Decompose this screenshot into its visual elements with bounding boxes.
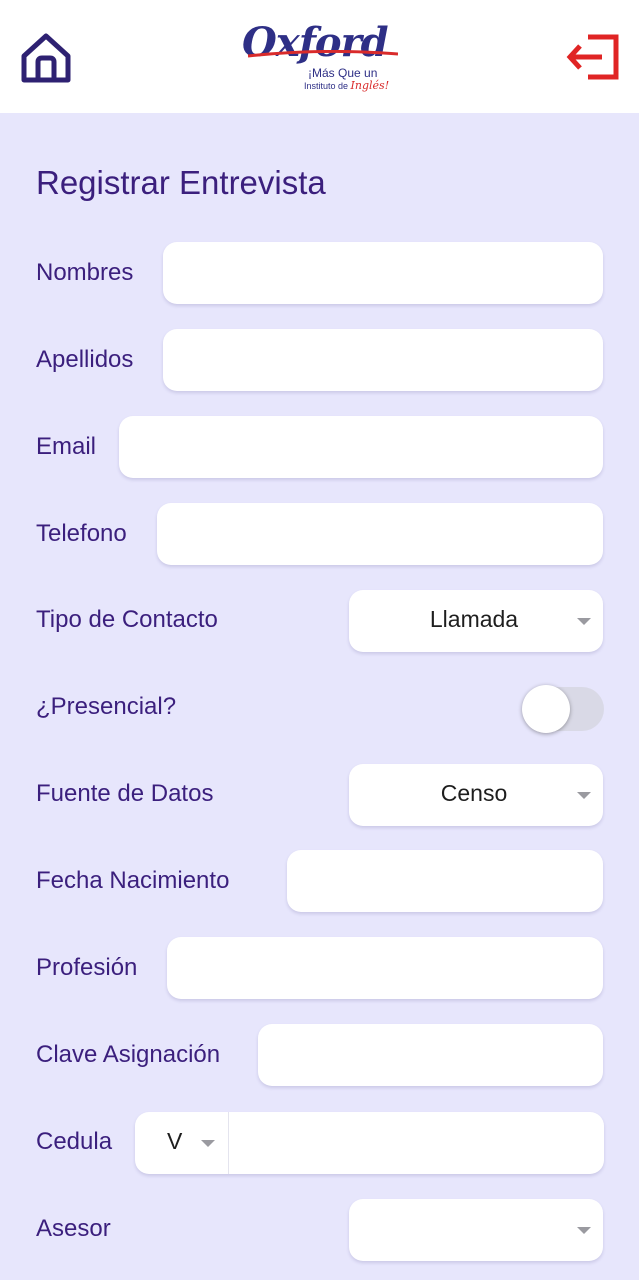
cedula-input-box <box>229 1112 604 1174</box>
fuente-datos-select[interactable]: Censo <box>349 764 603 826</box>
fuente-datos-value: Censo <box>440 780 508 806</box>
toggle-knob <box>522 685 570 733</box>
email-field-box <box>119 416 603 478</box>
clave-asignacion-field-box <box>258 1024 603 1086</box>
clave-asignacion-label: Clave Asignación <box>36 1041 221 1068</box>
nombres-input[interactable] <box>163 242 603 304</box>
email-input[interactable] <box>119 416 603 478</box>
home-icon <box>21 33 71 83</box>
asesor-select[interactable] <box>349 1199 603 1261</box>
cedula-prefix-value: V <box>167 1128 183 1154</box>
app-header: Oxford ¡Más Que un Instituto de Inglés! <box>0 0 639 113</box>
profesion-input[interactable] <box>167 937 603 999</box>
presencial-label: ¿Presencial? <box>36 693 177 720</box>
logo-swoosh <box>248 50 398 58</box>
presencial-toggle[interactable] <box>520 683 604 733</box>
chevron-down-icon <box>577 1227 591 1234</box>
chevron-down-icon <box>577 618 591 625</box>
nombres-label: Nombres <box>36 259 134 286</box>
profesion-label: Profesión <box>36 954 138 981</box>
email-label: Email <box>36 433 97 460</box>
apellidos-label: Apellidos <box>36 346 134 373</box>
nombres-field-box <box>163 242 603 304</box>
cedula-field-group: V <box>135 1112 604 1174</box>
fecha-nacimiento-field-box <box>287 850 603 912</box>
tipo-contacto-value: Llamada <box>429 606 519 632</box>
tipo-contacto-select[interactable]: Llamada <box>349 590 603 652</box>
cedula-prefix-select[interactable]: V <box>135 1112 229 1174</box>
telefono-label: Telefono <box>36 520 127 547</box>
logout-button[interactable] <box>566 33 622 81</box>
asesor-label: Asesor <box>36 1215 111 1242</box>
chevron-down-icon <box>577 792 591 799</box>
profesion-field-box <box>167 937 603 999</box>
logout-icon <box>566 34 619 80</box>
logo-tagline-1: ¡Más Que un <box>308 66 378 80</box>
logo-tagline-2: Instituto de Inglés! <box>304 79 389 92</box>
home-button[interactable] <box>18 30 74 86</box>
logo-tagline-2-text: Instituto de <box>304 81 349 91</box>
page-title: Registrar Entrevista <box>36 164 326 201</box>
fuente-datos-label: Fuente de Datos <box>36 780 214 807</box>
apellidos-input[interactable] <box>163 329 603 391</box>
logo-tagline-red: Inglés! <box>350 79 390 92</box>
apellidos-field-box <box>163 329 603 391</box>
cedula-input[interactable] <box>229 1112 604 1174</box>
fecha-nacimiento-label: Fecha Nacimiento <box>36 867 230 894</box>
tipo-contacto-label: Tipo de Contacto <box>36 606 218 633</box>
clave-asignacion-input[interactable] <box>258 1024 603 1086</box>
telefono-field-box <box>157 503 603 565</box>
cedula-label: Cedula <box>36 1128 113 1155</box>
fecha-nacimiento-input[interactable] <box>287 850 603 912</box>
oxford-logo: Oxford ¡Más Que un Instituto de Inglés! <box>242 20 402 96</box>
telefono-input[interactable] <box>157 503 603 565</box>
chevron-down-icon <box>201 1140 215 1147</box>
